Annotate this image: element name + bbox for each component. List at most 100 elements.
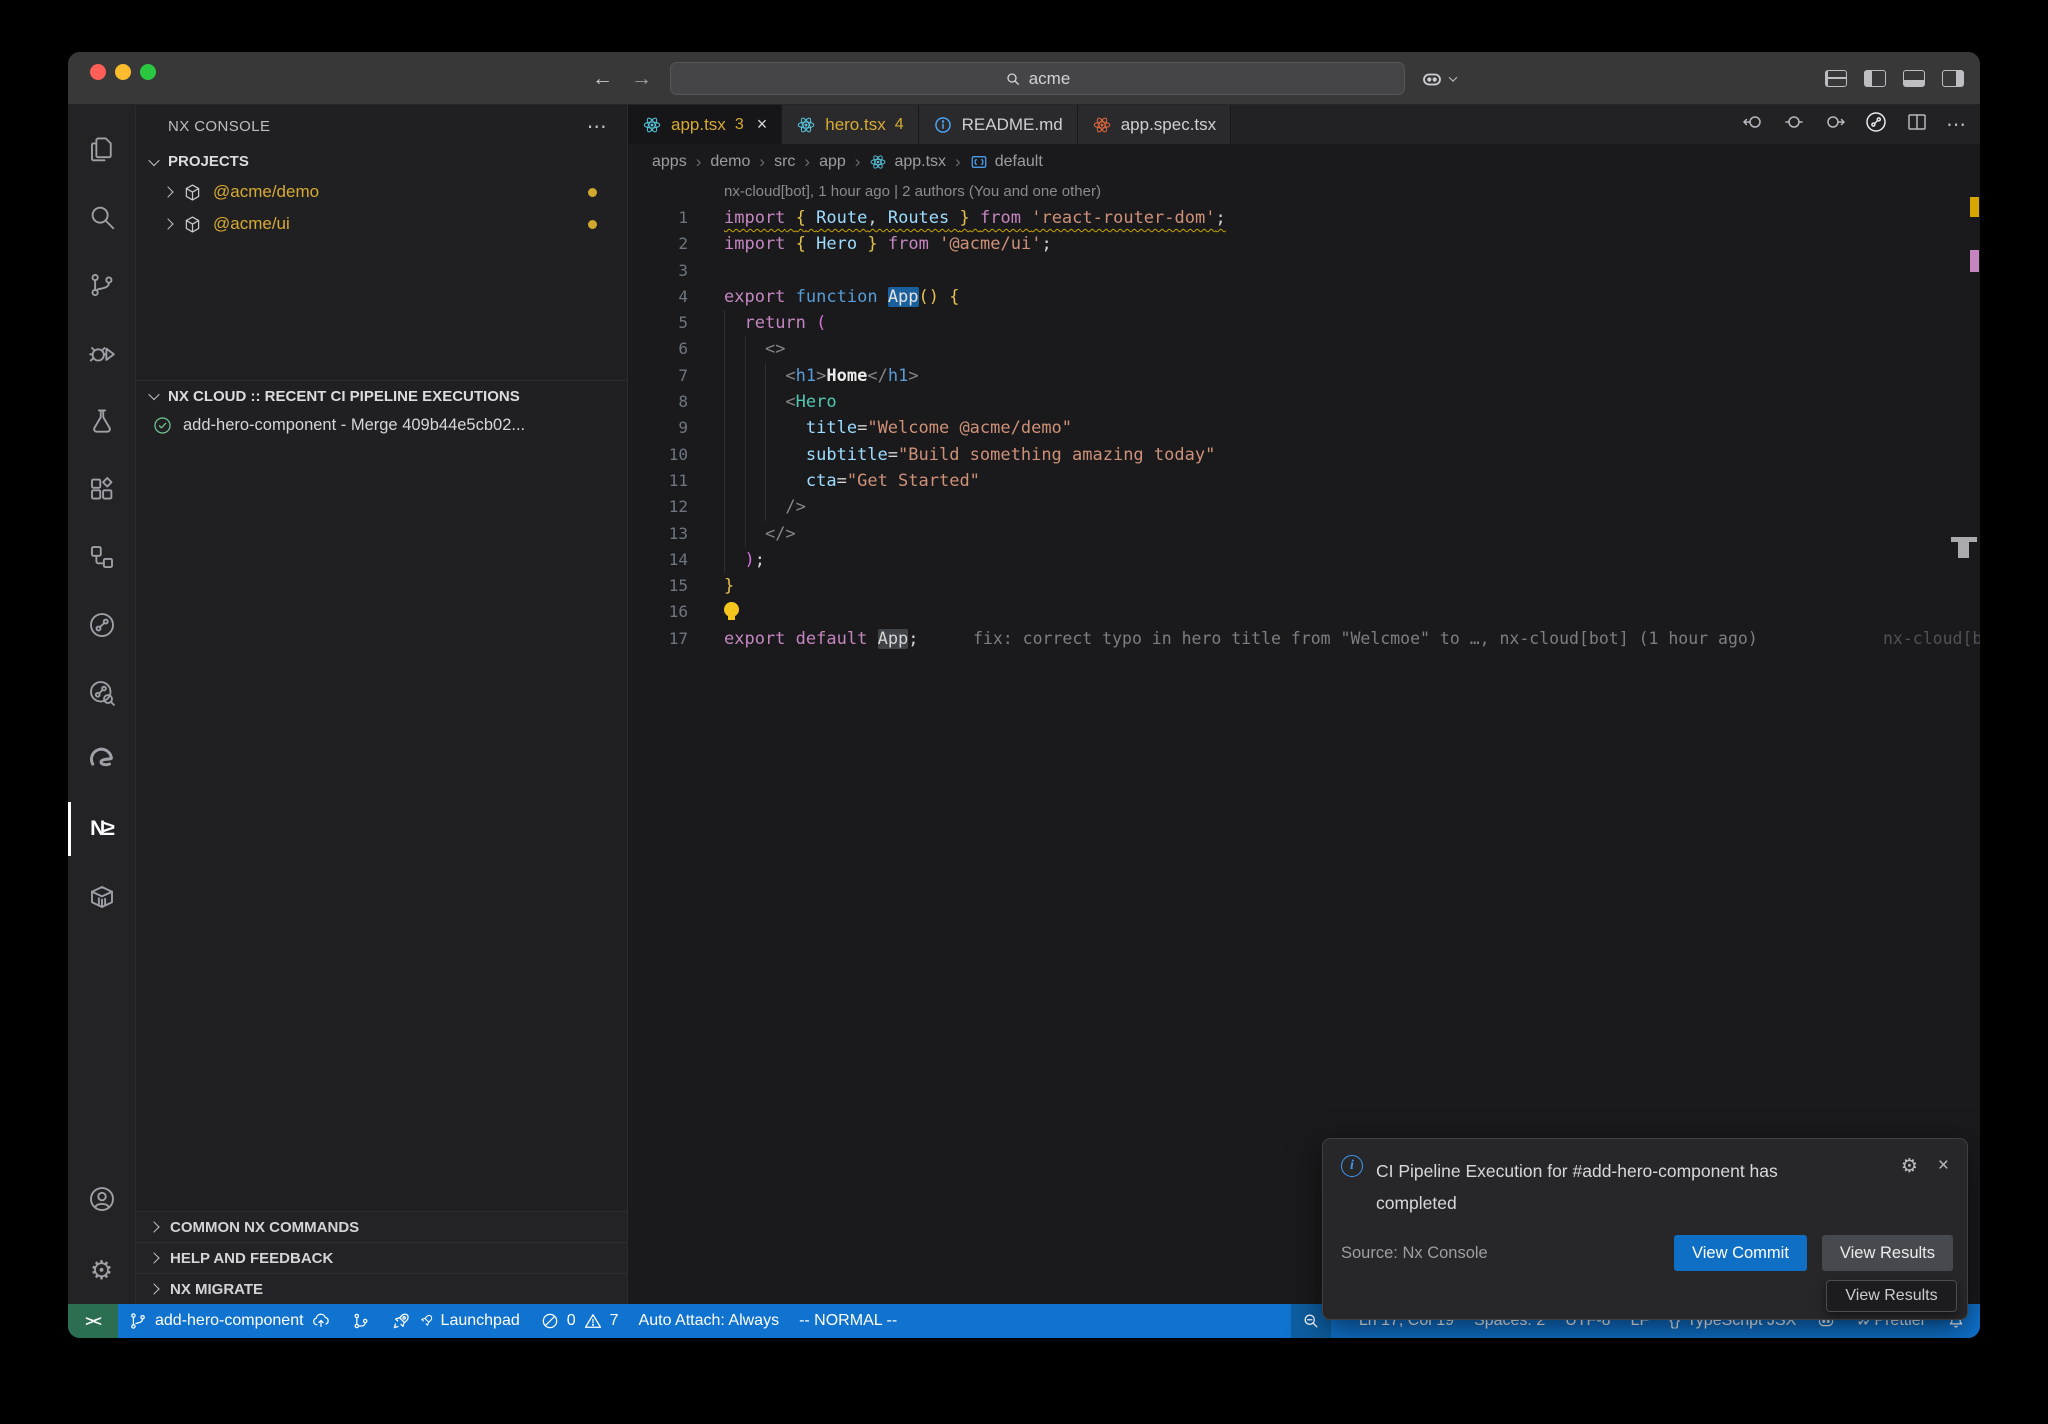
react-icon	[869, 153, 887, 171]
nx-console-icon[interactable]: N≥	[68, 795, 135, 863]
notification-settings-icon[interactable]: ⚙	[1901, 1155, 1918, 1220]
breadcrumb-item[interactable]: src	[774, 153, 795, 171]
code-token: {	[949, 287, 959, 307]
code-line[interactable]: 2import { Hero } from '@acme/ui';	[628, 231, 1980, 257]
sidebar-title: NX CONSOLE	[168, 118, 270, 135]
code-line[interactable]: 8 <Hero	[628, 389, 1980, 415]
project-item-acme-ui[interactable]: @acme/ui	[136, 208, 627, 240]
code-line[interactable]: 14 );	[628, 547, 1980, 573]
nx-graph-action-icon[interactable]	[1864, 110, 1888, 139]
code-line[interactable]: 4export function App() {	[628, 284, 1980, 310]
copilot-menu[interactable]	[1420, 52, 1456, 105]
tab-app-tsx[interactable]: app.tsx 3 ×	[628, 105, 782, 144]
nx-graph-icon[interactable]	[68, 591, 135, 659]
code-line[interactable]: 1import { Route, Routes } from 'react-ro…	[628, 205, 1980, 231]
code-token	[724, 392, 785, 412]
notification-source: Source: Nx Console	[1341, 1244, 1488, 1263]
breadcrumb-item[interactable]: apps	[652, 153, 687, 171]
nx-graph-search-icon[interactable]	[68, 659, 135, 727]
code-line[interactable]: 11 cta="Get Started"	[628, 468, 1980, 494]
code-token: >	[908, 366, 918, 386]
customize-layout-icon[interactable]	[1825, 70, 1847, 87]
branch-status-item[interactable]: add-hero-component	[118, 1304, 341, 1338]
toggle-primary-sidebar-icon[interactable]	[1864, 70, 1886, 87]
nav-back-circle-icon[interactable]	[1741, 110, 1765, 139]
source-control-icon[interactable]	[68, 251, 135, 319]
code-line[interactable]: 3	[628, 258, 1980, 284]
ci-pipeline-item[interactable]: add-hero-component - Merge 409b44e5cb02.…	[136, 409, 627, 441]
toggle-panel-icon[interactable]	[1903, 70, 1925, 87]
pipeline-status-item[interactable]	[341, 1304, 381, 1338]
code-token: import	[724, 234, 785, 254]
rocket-icon	[418, 1313, 434, 1329]
code-token: Routes	[888, 208, 949, 228]
breadcrumb-item[interactable]: demo	[710, 153, 750, 171]
view-results-button[interactable]: View Results	[1822, 1235, 1953, 1271]
nx-cloud-section-header[interactable]: NX CLOUD :: RECENT CI PIPELINE EXECUTION…	[136, 380, 627, 409]
close-window-button[interactable]	[90, 64, 106, 80]
vim-mode-status-item[interactable]: -- NORMAL --	[789, 1304, 907, 1338]
project-label: @acme/ui	[213, 214, 290, 234]
code-line[interactable]: 6 <>	[628, 336, 1980, 362]
lightbulb-icon[interactable]	[724, 602, 739, 617]
problems-status-item[interactable]: 0 7	[530, 1304, 629, 1338]
section-help-and-feedback[interactable]: HELP AND FEEDBACK	[136, 1242, 627, 1273]
code-line[interactable]: 16	[628, 599, 1980, 625]
code-token: from	[888, 234, 929, 254]
code-line[interactable]: 13 </>	[628, 521, 1980, 547]
code-token: </>	[765, 524, 796, 544]
breadcrumb-item[interactable]: app	[819, 153, 846, 171]
nav-forward-circle-icon[interactable]	[1823, 110, 1847, 139]
breadcrumb-item[interactable]: default	[995, 153, 1043, 171]
zoom-out-icon	[1301, 1311, 1321, 1331]
tab-readme-md[interactable]: README.md	[919, 105, 1078, 144]
code-line[interactable]: 5 return (	[628, 310, 1980, 336]
close-tab-icon[interactable]: ×	[757, 114, 768, 135]
section-nx-migrate[interactable]: NX MIGRATE	[136, 1273, 627, 1304]
explorer-icon[interactable]	[68, 115, 135, 183]
edge-devtools-icon[interactable]	[68, 727, 135, 795]
line-number: 3	[628, 258, 688, 284]
minimize-window-button[interactable]	[115, 64, 131, 80]
search-icon[interactable]	[68, 183, 135, 251]
history-forward-icon[interactable]: →	[631, 67, 652, 91]
split-editor-icon[interactable]	[1905, 110, 1929, 139]
projects-section-header[interactable]: PROJECTS	[136, 147, 627, 176]
extensions-icon[interactable]	[68, 455, 135, 523]
launchpad-status-item[interactable]: Launchpad	[381, 1304, 530, 1338]
notification-close-icon[interactable]: ×	[1938, 1155, 1949, 1220]
more-actions-icon[interactable]: ⋯	[587, 114, 607, 139]
tab-hero-tsx[interactable]: hero.tsx 4	[782, 105, 918, 144]
code-editor[interactable]: nx-cloud[bot], 1 hour ago | 2 authors (Y…	[628, 179, 1980, 1304]
project-details-icon[interactable]	[68, 523, 135, 591]
zoom-window-button[interactable]	[140, 64, 156, 80]
nav-circle-icon[interactable]	[1782, 110, 1806, 139]
toggle-secondary-sidebar-icon[interactable]	[1942, 70, 1964, 87]
codelens-blame[interactable]: nx-cloud[bot], 1 hour ago | 2 authors (Y…	[628, 179, 1980, 205]
more-actions-icon[interactable]: ⋯	[1946, 112, 1966, 137]
accounts-icon[interactable]	[68, 1168, 135, 1236]
tab-app-spec-tsx[interactable]: app.spec.tsx	[1078, 105, 1231, 144]
code-line[interactable]: 9 title="Welcome @acme/demo"	[628, 415, 1980, 441]
code-line[interactable]: 10 subtitle="Build something amazing tod…	[628, 442, 1980, 468]
remote-indicator[interactable]: ><	[68, 1304, 118, 1338]
code-line[interactable]: 7 <h1>Home</h1>	[628, 363, 1980, 389]
breadcrumb-item[interactable]: app.tsx	[894, 153, 946, 171]
container-tools-icon[interactable]	[68, 863, 135, 931]
command-center-search[interactable]: acme	[670, 62, 1405, 95]
history-back-icon[interactable]: ←	[592, 67, 613, 91]
view-commit-button[interactable]: View Commit	[1674, 1235, 1807, 1271]
settings-gear-icon[interactable]: ⚙	[68, 1236, 135, 1304]
tab-label: app.tsx	[671, 115, 726, 135]
code-token: }	[867, 234, 877, 254]
code-line[interactable]: 17export default App;fix: correct typo i…	[628, 626, 1980, 652]
section-common-nx-commands[interactable]: COMMON NX COMMANDS	[136, 1211, 627, 1242]
testing-icon[interactable]	[68, 387, 135, 455]
code-line[interactable]: 15}	[628, 573, 1980, 599]
tab-problem-badge: 4	[895, 116, 904, 134]
auto-attach-status-item[interactable]: Auto Attach: Always	[629, 1304, 790, 1338]
project-item-acme-demo[interactable]: @acme/demo	[136, 176, 627, 208]
run-and-debug-icon[interactable]	[68, 319, 135, 387]
code-line[interactable]: 12 />	[628, 494, 1980, 520]
section-label: NX MIGRATE	[170, 1281, 263, 1298]
